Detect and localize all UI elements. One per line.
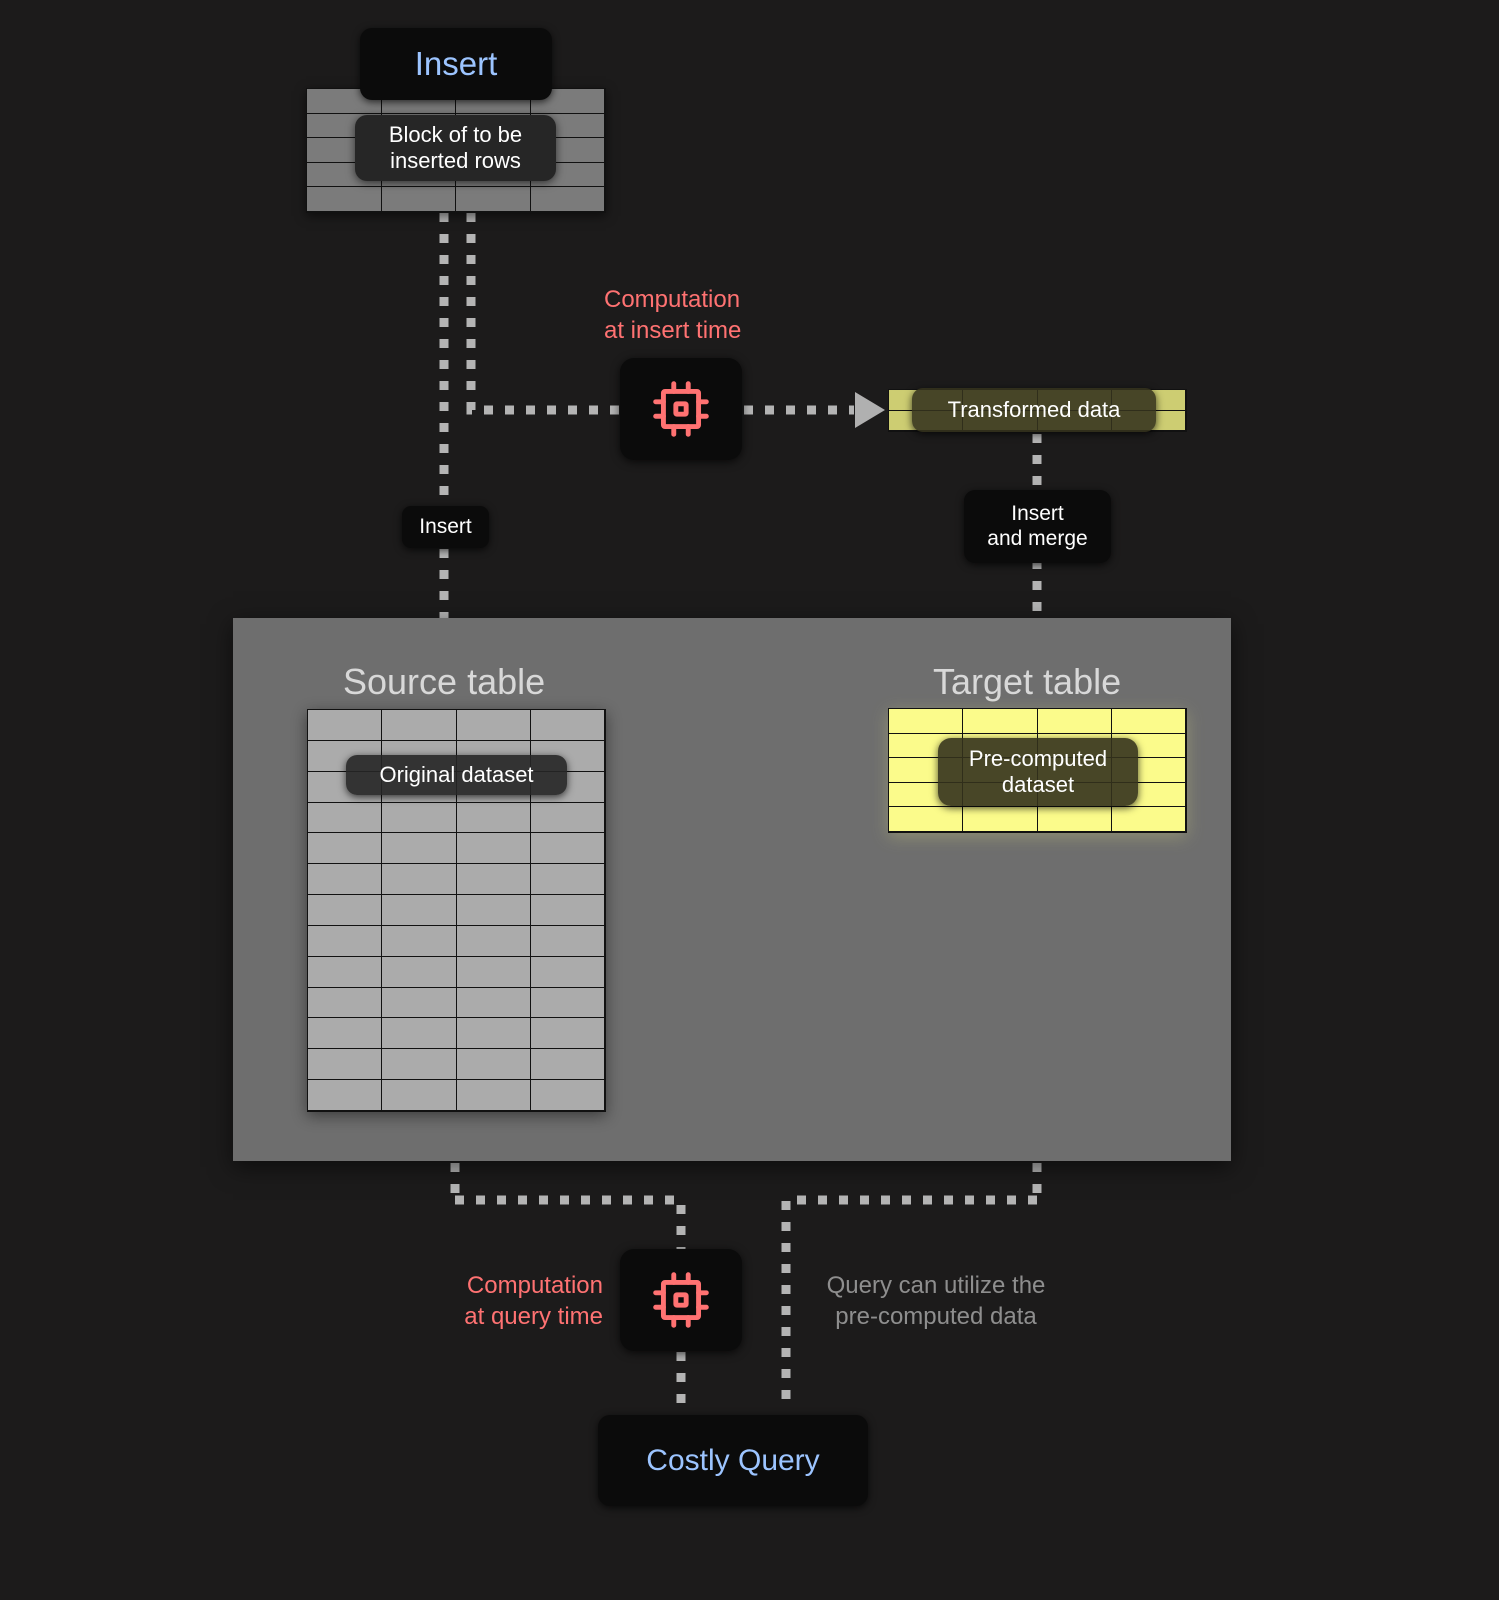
costly-query-node[interactable]: Costly Query [598,1415,868,1506]
computation-at-insert-time-annotation: Computation at insert time [604,286,742,344]
arrow-right-icon [855,392,885,428]
cpu-chip-icon [653,381,709,437]
cpu-chip-icon [653,1272,709,1328]
pre-computed-dataset-label: Pre-computed dataset [938,738,1138,806]
computation-at-query-time-annotation: Computation at query time [464,1272,603,1330]
insert-label: Insert [402,506,489,548]
cpu-insert-time-box[interactable] [620,358,742,460]
insert-and-merge-label: Insert and merge [964,490,1111,563]
source-table-title: Source table [343,661,546,702]
diagram-canvas: .dot { stroke:#b4b4b4; stroke-width:9; s… [0,0,1499,1600]
original-dataset-label: Original dataset [346,755,567,795]
target-table-title: Target table [933,661,1122,702]
block-of-inserted-rows-label: Block of to be inserted rows [355,115,556,181]
line-insert-to-cpu [466,213,620,415]
cpu-query-time-box[interactable] [620,1249,742,1351]
query-can-utilize-annotation: Query can utilize the pre-computed data [826,1272,1046,1330]
insert-node[interactable]: Insert [360,28,552,100]
transformed-data-label: Transformed data [912,388,1156,432]
